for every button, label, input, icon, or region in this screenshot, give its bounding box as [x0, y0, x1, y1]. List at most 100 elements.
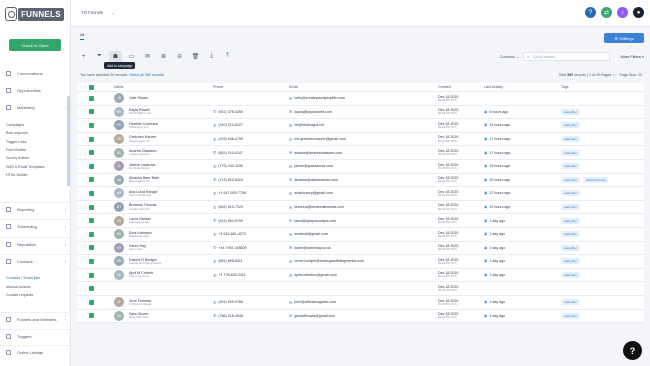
table-row[interactable]: ⋮ SG Sara Glover Glow With Sara ✆ (786) 215-4… — [77, 309, 644, 324]
phone-value[interactable]: +1 647-929-7706 — [218, 191, 245, 195]
col-phone[interactable]: Phone — [213, 83, 223, 91]
email-value[interactable]: janine@golazarova.com — [294, 164, 333, 168]
drag-handle-icon[interactable]: ⋮ — [80, 133, 85, 146]
sidebar-item-bottom-1[interactable]: Triggers — [0, 333, 70, 339]
tag-badge[interactable]: sales-filter — [561, 244, 580, 251]
help-icon[interactable]: ? — [585, 7, 596, 18]
drag-handle-icon[interactable]: ⋮ — [80, 92, 85, 105]
location-switcher[interactable]: YG Funnels ⌄ — [81, 10, 115, 15]
email-value[interactable]: analuizacrp@gmail.com — [294, 191, 332, 195]
tag-badge[interactable]: sales-filter — [561, 176, 580, 183]
tag-badge[interactable]: sales-filter — [561, 108, 580, 115]
phone-value[interactable]: (301) 509-9768 — [218, 300, 243, 304]
tag-badge[interactable]: sales-filter — [561, 217, 580, 224]
row-checkbox[interactable] — [89, 313, 94, 319]
filter-icon[interactable]: ⏷ — [93, 51, 106, 62]
row-checkbox[interactable] — [89, 231, 94, 237]
refresh-icon[interactable]: ⇄ — [601, 7, 612, 18]
table-row[interactable]: ⋮ BT Breanna Thomas Healthy Skin AZ ✆ (602) 9… — [77, 200, 644, 215]
tag-badge[interactable]: abandoned-cart — [582, 176, 609, 183]
phone-value[interactable]: (651) 210-0147 — [218, 151, 243, 155]
table-row[interactable]: ⋮ GM Gretchen Maurer Regenerative TV ✆ (203) … — [77, 132, 644, 147]
col-email[interactable]: Email — [289, 83, 298, 91]
sidebar-item-top-1[interactable]: Opportunities — [0, 88, 70, 93]
delete-icon[interactable]: 🗑 — [189, 51, 202, 62]
tag-badge[interactable]: sales-filter — [561, 122, 580, 129]
row-checkbox[interactable] — [89, 272, 94, 278]
next-page-icon[interactable]: › — [615, 73, 616, 77]
check-in-client-button[interactable]: Check In Client — [9, 39, 61, 51]
add-contact-icon[interactable]: + — [77, 51, 90, 62]
tag-add-icon[interactable]: ⊕ — [157, 51, 170, 62]
phone-value[interactable]: (512) 964-9799 — [218, 219, 243, 223]
sidebar-item-mid-3[interactable]: Contacts › — [0, 258, 70, 264]
email-value[interactable]: emalkalt@gmail.com — [294, 232, 327, 236]
phone-value[interactable]: (775) 343-1196 — [218, 164, 242, 168]
row-checkbox[interactable] — [89, 109, 94, 115]
phone-value[interactable]: +44 7951 248609 — [218, 246, 246, 250]
add-to-campaign-icon[interactable]: ☗ — [109, 51, 122, 62]
bell-icon[interactable]: ♪ — [617, 7, 628, 18]
email-value[interactable]: laura@apaposoulspa.com — [294, 219, 336, 223]
phone-value[interactable]: (651) 608-8311 — [218, 259, 242, 263]
drag-handle-icon[interactable]: ⋮ — [80, 106, 85, 119]
table-row[interactable]: ⋮ JS Julie Stoian ✉ hello@createyourlaptopli… — [77, 92, 644, 106]
drag-handle-icon[interactable]: ⋮ — [80, 187, 85, 200]
table-row[interactable]: ⋮ Dec 18 2020 09:20 PM (IST) — [77, 282, 644, 296]
more-filters-button[interactable]: More Filters ≡ — [621, 52, 644, 61]
row-checkbox[interactable] — [89, 218, 94, 224]
col-tags[interactable]: Tags — [561, 83, 569, 91]
sidebar-item-mid-1[interactable]: Scheduling › — [0, 224, 70, 230]
sms-icon[interactable]: ▭ — [125, 51, 138, 62]
email-value[interactable]: breanna@breannathomas.com — [294, 205, 344, 209]
table-row[interactable]: ⋮ KR Kayla Rowell KR ROWELL LLC ✆ (941) 376-0… — [77, 105, 644, 120]
col-last-activity[interactable]: Last Activity — [484, 83, 503, 91]
drag-handle-icon[interactable]: ⋮ — [80, 160, 85, 173]
email-value[interactable]: glowwithsara@gmail.com — [294, 314, 335, 318]
table-row[interactable]: ⋮ AC Andrea Claassen Andrea Claassen ✆ (651) … — [77, 146, 644, 160]
phone-value[interactable]: (310) 210-6227 — [218, 123, 243, 127]
email-value[interactable]: me.gretchenmaurer@gmail.com — [294, 137, 345, 141]
phone-value[interactable]: (713) 822-6424 — [218, 178, 243, 182]
import-icon[interactable]: ⤒ — [221, 51, 234, 62]
sidebar-item-bottom-0[interactable]: Funnels and Websites › — [0, 317, 70, 322]
tag-badge[interactable]: sales-filter — [561, 258, 580, 265]
phone-value[interactable]: (786) 215-4048 — [218, 314, 243, 318]
tag-badge[interactable]: sales-filter — [561, 231, 580, 238]
col-created[interactable]: Created — [438, 83, 451, 91]
settings-button[interactable]: ⚙ Settings — [604, 33, 644, 43]
table-row[interactable]: ⋮ DB Dianne R Bontjes Sewing and Fitting Me… — [77, 255, 644, 269]
search-input[interactable]: ⌕ Quick search — [523, 52, 610, 61]
table-row[interactable]: ⋮ AR Ana Luiza Rangel Ana Luiza Rangel ✆ +1 6… — [77, 187, 644, 201]
columns-dropdown[interactable]: Columns ⌄ — [500, 52, 519, 61]
email-value[interactable]: jenn@athinkersguide.com — [294, 300, 336, 304]
email-value[interactable]: hb@hbdesigns.net — [294, 123, 324, 127]
row-checkbox[interactable] — [89, 136, 94, 142]
contact-name[interactable]: Julie Stoian — [129, 96, 148, 100]
select-all-link[interactable]: Select all 580 records — [129, 73, 164, 77]
drag-handle-icon[interactable]: ⋮ — [80, 310, 85, 323]
sidebar-item-bottom-2[interactable]: Online Listings — [0, 350, 70, 355]
email-value[interactable]: karen@karenhay.co.uk — [294, 246, 331, 250]
drag-handle-icon[interactable]: ⋮ — [80, 282, 85, 295]
row-checkbox[interactable] — [89, 190, 94, 196]
drag-handle-icon[interactable]: ⋮ — [80, 146, 85, 159]
sidebar-item-mid-0[interactable]: Reporting › — [0, 207, 70, 212]
email-value[interactable]: andrea@andreaclaassen.com — [294, 151, 342, 155]
row-checkbox[interactable] — [89, 177, 94, 183]
email-icon[interactable]: ✉ — [141, 51, 154, 62]
phone-value[interactable]: (941) 376-0250 — [218, 110, 243, 114]
tag-badge[interactable]: sales-filter — [561, 312, 580, 319]
sidebar-subitem-contacts-1[interactable]: Manual Actions — [6, 285, 30, 289]
row-checkbox[interactable] — [89, 163, 94, 169]
sidebar-subitem-marketing-1[interactable]: Bulk requests — [6, 131, 28, 135]
table-row[interactable]: ⋮ LN Laura Nanser Alpaca Soul Spa ✆ (512) 964… — [77, 214, 644, 228]
sidebar-subitem-contacts-0[interactable]: Contacts / Smart lists — [6, 276, 40, 280]
drag-handle-icon[interactable]: ⋮ — [80, 255, 85, 268]
row-checkbox[interactable] — [89, 150, 94, 156]
row-checkbox[interactable] — [89, 258, 94, 264]
sidebar-subitem-marketing-3[interactable]: Form Builder — [6, 148, 27, 152]
sidebar-subitem-marketing-0[interactable]: Campaigns — [6, 123, 24, 127]
drag-handle-icon[interactable]: ⋮ — [80, 119, 85, 132]
email-value[interactable]: aprilcorbettinc@gmail.com — [294, 273, 336, 277]
